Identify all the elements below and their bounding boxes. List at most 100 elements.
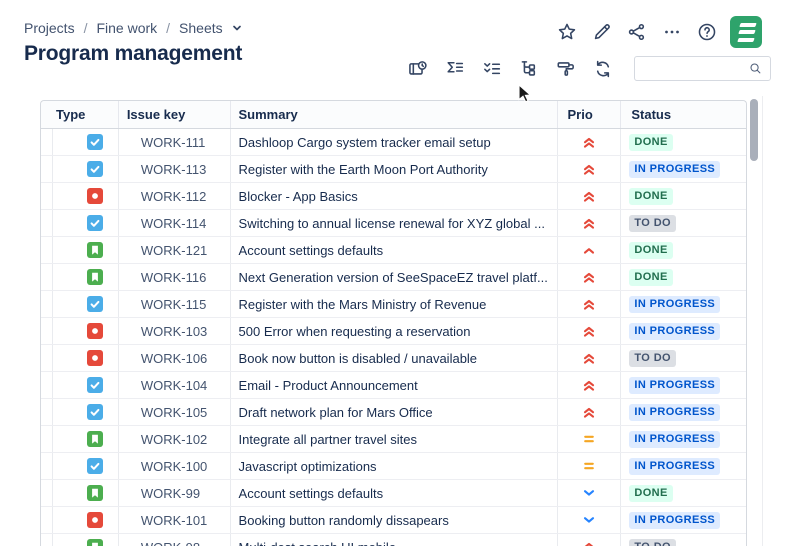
- status-cell: DONE: [621, 237, 746, 263]
- row-drag-handle[interactable]: [41, 399, 53, 425]
- table-row[interactable]: WORK-112 Blocker - App Basics DONE: [41, 183, 746, 210]
- row-drag-handle[interactable]: [41, 237, 53, 263]
- priority-highest-icon: [581, 404, 597, 420]
- sum-formula-button[interactable]: [443, 57, 467, 81]
- table-row[interactable]: WORK-104 Email - Product Announcement IN P…: [41, 372, 746, 399]
- hierarchy-button[interactable]: [517, 57, 541, 81]
- row-drag-handle[interactable]: [41, 345, 53, 371]
- more-button[interactable]: [660, 20, 684, 44]
- status-badge[interactable]: IN PROGRESS: [629, 322, 721, 340]
- issue-key-cell: WORK-102: [119, 426, 231, 452]
- status-badge[interactable]: DONE: [629, 241, 673, 259]
- header-actions: [555, 16, 762, 48]
- status-badge[interactable]: DONE: [629, 268, 673, 286]
- status-badge[interactable]: TO DO: [629, 214, 676, 232]
- story-icon: [87, 431, 104, 447]
- status-badge[interactable]: DONE: [629, 187, 673, 205]
- status-badge[interactable]: DONE: [629, 484, 673, 502]
- row-drag-handle[interactable]: [41, 318, 53, 344]
- priority-medium-icon: [581, 431, 597, 447]
- row-drag-handle[interactable]: [41, 156, 53, 182]
- row-drag-handle[interactable]: [41, 372, 53, 398]
- status-badge[interactable]: IN PROGRESS: [629, 403, 721, 421]
- column-header-summary[interactable]: Summary: [231, 101, 558, 128]
- priority-highest-icon: [581, 188, 597, 204]
- share-button[interactable]: [625, 20, 649, 44]
- priority-cell: [558, 183, 622, 209]
- task-icon: [87, 458, 104, 474]
- summary-cell: Next Generation version of SeeSpaceEZ tr…: [231, 264, 558, 290]
- breadcrumb-item-projects[interactable]: Projects: [24, 20, 75, 36]
- table-row[interactable]: WORK-98Multi-dest search UI mobile TO DO: [41, 534, 746, 546]
- star-button[interactable]: [555, 20, 579, 44]
- priority-cell: [558, 372, 622, 398]
- status-badge[interactable]: DONE: [629, 133, 673, 151]
- status-badge[interactable]: TO DO: [629, 538, 676, 546]
- column-header-type[interactable]: Type: [41, 101, 119, 128]
- status-badge[interactable]: TO DO: [629, 349, 676, 367]
- type-cell: [53, 291, 119, 317]
- table-row[interactable]: WORK-101 Booking button randomly dissapea…: [41, 507, 746, 534]
- table-row[interactable]: WORK-103 500 Error when requesting a rese…: [41, 318, 746, 345]
- status-cell: DONE: [621, 480, 746, 506]
- issue-key-cell: WORK-100: [119, 453, 231, 479]
- summary-cell: Blocker - App Basics: [231, 183, 558, 209]
- row-drag-handle[interactable]: [41, 264, 53, 290]
- row-drag-handle[interactable]: [41, 291, 53, 317]
- checklist-button[interactable]: [480, 57, 504, 81]
- priority-highest-icon: [581, 134, 597, 150]
- summary-cell: Integrate all partner travel sites: [231, 426, 558, 452]
- priority-highest-icon: [581, 377, 597, 393]
- format-painter-button[interactable]: [554, 57, 578, 81]
- table-row[interactable]: WORK-105 Draft network plan for Mars Offi…: [41, 399, 746, 426]
- table-row[interactable]: WORK-121 Account settings defaults DONE: [41, 237, 746, 264]
- status-cell: TO DO: [621, 345, 746, 371]
- row-drag-handle[interactable]: [41, 183, 53, 209]
- column-header-status[interactable]: Status: [621, 101, 746, 128]
- edit-button[interactable]: [590, 20, 614, 44]
- table-row[interactable]: WORK-102 Integrate all partner travel sit…: [41, 426, 746, 453]
- row-drag-handle[interactable]: [41, 453, 53, 479]
- column-header-prio[interactable]: Prio: [558, 101, 622, 128]
- table-row[interactable]: WORK-111 Dashloop Cargo system tracker em…: [41, 129, 746, 156]
- search-input[interactable]: [642, 61, 748, 76]
- table-row[interactable]: WORK-106 Book now button is disabled / un…: [41, 345, 746, 372]
- priority-highest-icon: [581, 296, 597, 312]
- status-badge[interactable]: IN PROGRESS: [629, 376, 721, 394]
- type-cell: [53, 129, 119, 155]
- row-drag-handle[interactable]: [41, 534, 53, 546]
- app-logo[interactable]: [730, 16, 762, 48]
- table-row[interactable]: WORK-116 Next Generation version of SeeSp…: [41, 264, 746, 291]
- row-drag-handle[interactable]: [41, 210, 53, 236]
- breadcrumb-item-fine-work[interactable]: Fine work: [96, 20, 157, 36]
- issue-key-cell: WORK-106: [119, 345, 231, 371]
- table-row[interactable]: WORK-100 Javascript optimizations IN PROGR…: [41, 453, 746, 480]
- table-row[interactable]: WORK-99 Account settings defaults DONE: [41, 480, 746, 507]
- status-badge[interactable]: IN PROGRESS: [629, 295, 721, 313]
- status-badge[interactable]: IN PROGRESS: [629, 430, 721, 448]
- status-badge[interactable]: IN PROGRESS: [629, 457, 721, 475]
- status-badge[interactable]: IN PROGRESS: [629, 160, 721, 178]
- row-drag-handle[interactable]: [41, 480, 53, 506]
- vertical-scrollbar-thumb[interactable]: [750, 99, 758, 161]
- row-drag-handle[interactable]: [41, 426, 53, 452]
- column-header-issue-key[interactable]: Issue key: [119, 101, 231, 128]
- summary-cell: Dashloop Cargo system tracker email setu…: [231, 129, 558, 155]
- row-drag-handle[interactable]: [41, 129, 53, 155]
- status-badge[interactable]: IN PROGRESS: [629, 511, 721, 529]
- table-row[interactable]: WORK-113 Register with the Earth Moon Por…: [41, 156, 746, 183]
- type-cell: [53, 345, 119, 371]
- help-button[interactable]: [695, 20, 719, 44]
- refresh-button[interactable]: [591, 57, 615, 81]
- priority-cell: [558, 453, 622, 479]
- table-row[interactable]: WORK-115 Register with the Mars Ministry …: [41, 291, 746, 318]
- view-history-button[interactable]: [406, 57, 430, 81]
- breadcrumb-item-sheets[interactable]: Sheets: [179, 20, 223, 36]
- summary-cell: 500 Error when requesting a reservation: [231, 318, 558, 344]
- task-icon: [87, 296, 104, 312]
- chevron-down-icon[interactable]: [230, 21, 244, 35]
- priority-high-icon: [581, 242, 597, 258]
- row-drag-handle[interactable]: [41, 507, 53, 533]
- story-icon: [87, 269, 104, 285]
- table-row[interactable]: WORK-114 Switching to annual license rene…: [41, 210, 746, 237]
